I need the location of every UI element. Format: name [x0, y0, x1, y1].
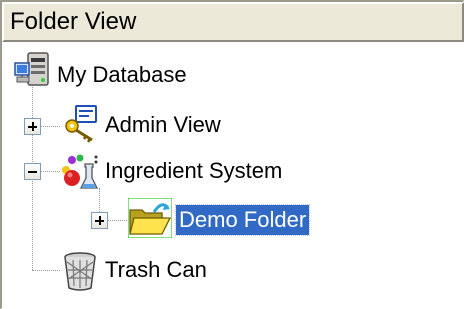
- expand-toggle[interactable]: [91, 212, 108, 229]
- trash-can-icon: [60, 250, 100, 291]
- panel-title: Folder View: [10, 8, 137, 35]
- expand-toggle[interactable]: [24, 118, 41, 135]
- tree-item-label[interactable]: Ingredient System: [102, 156, 285, 186]
- folder-view-panel: Folder View My Database Admin View Ingre…: [0, 0, 464, 309]
- collapse-toggle[interactable]: [24, 163, 41, 180]
- molecule-flask-icon: [60, 152, 100, 192]
- tree-item-label[interactable]: Admin View: [102, 110, 224, 140]
- tree-root-label[interactable]: My Database: [54, 60, 190, 90]
- database-server-icon: [12, 50, 52, 90]
- tree-item-label[interactable]: Trash Can: [102, 255, 210, 285]
- tree-item-label-selected[interactable]: Demo Folder: [174, 204, 311, 236]
- folder-tree[interactable]: My Database Admin View Ingredient System…: [2, 42, 464, 309]
- admin-keys-icon: [60, 104, 100, 144]
- panel-header: Folder View: [2, 2, 464, 42]
- tree-connector: [32, 270, 60, 271]
- open-folder-icon: [127, 197, 173, 239]
